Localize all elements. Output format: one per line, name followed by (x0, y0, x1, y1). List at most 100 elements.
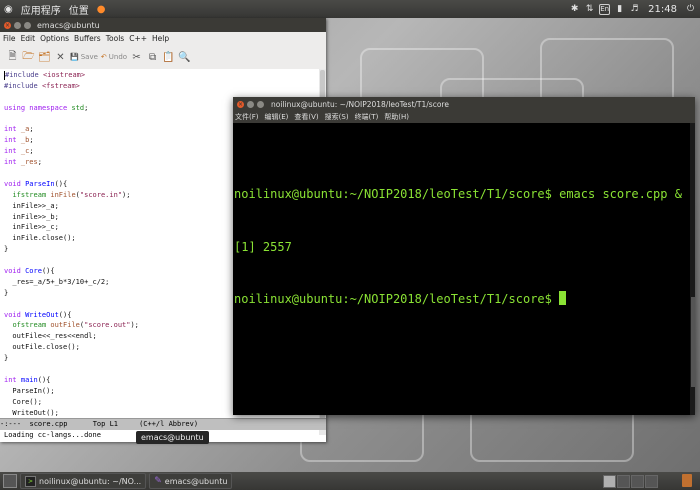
terminal-window[interactable]: × noilinux@ubuntu: ~/NOIP2018/leoTest/T1… (233, 97, 695, 415)
menu-file[interactable]: File (3, 34, 16, 43)
menu-edit[interactable]: Edit (21, 34, 36, 43)
code-line: inFile>>_b; (4, 212, 59, 221)
menu-tools[interactable]: Tools (106, 34, 124, 43)
code-line: inFile.close(); (4, 234, 76, 243)
terminal-output[interactable]: noilinux@ubuntu:~/NOIP2018/leoTest/T1/sc… (234, 151, 682, 344)
code-line: void WriteOut(){ (4, 310, 72, 319)
workspace-switcher[interactable] (603, 475, 658, 488)
open-file-icon[interactable]: 🗁 (22, 50, 35, 64)
emacs-titlebar[interactable]: × emacs@ubuntu (0, 18, 326, 32)
taskbar-tooltip: emacs@ubuntu (136, 431, 209, 444)
volume-icon[interactable]: ♬ (629, 4, 640, 15)
input-method-indicator[interactable]: En (599, 3, 611, 15)
code-line: WriteOut(); (4, 408, 59, 417)
menu-options[interactable]: Options (40, 34, 69, 43)
code-line: int _b; (4, 136, 34, 145)
terminal-cursor (559, 291, 567, 305)
copy-icon[interactable]: ⧉ (146, 50, 159, 64)
terminal-scroll-thumb[interactable] (691, 297, 695, 387)
taskbar-label: noilinux@ubuntu: ~/NO... (39, 476, 142, 486)
menu-view[interactable]: 查看(V) (294, 112, 318, 122)
workspace-1[interactable] (603, 475, 616, 488)
menu-cpp[interactable]: C++ (129, 34, 147, 43)
terminal-line: [1] 2557 (234, 239, 292, 254)
cut-icon[interactable]: ✂ (130, 50, 143, 64)
code-line: } (4, 245, 9, 254)
paste-icon[interactable]: 📋 (162, 50, 175, 64)
terminal-icon: > (25, 475, 36, 487)
emacs-icon: ✎ (154, 476, 162, 486)
source-code[interactable]: #include <iostream> #include <fstream> usi… (4, 70, 139, 419)
dired-icon[interactable]: 🗂 (38, 50, 51, 64)
power-icon[interactable]: ⏻ (685, 4, 696, 15)
clock[interactable]: 21:48 (644, 4, 681, 15)
undo-label: Undo (108, 53, 128, 61)
emacs-minibuffer[interactable]: Loading cc-langs...done (4, 431, 101, 439)
terminal-line: noilinux@ubuntu:~/NOIP2018/leoTest/T1/sc… (234, 187, 682, 201)
menu-file[interactable]: 文件(F) (235, 112, 259, 122)
emacs-toolbar: 🗎 🗁 🗂 ✕ 💾 Save ↶ Undo ✂ ⧉ 📋 🔍 (0, 45, 326, 70)
new-file-icon[interactable]: 🗎 (6, 50, 19, 64)
close-buffer-icon[interactable]: ✕ (54, 50, 67, 64)
workspace-3[interactable] (631, 475, 644, 488)
code-line: using namespace std; (4, 103, 89, 112)
code-line: inFile>>_a; (4, 201, 59, 210)
terminal-body[interactable]: noilinux@ubuntu:~/NOIP2018/leoTest/T1/sc… (233, 123, 695, 415)
menu-search[interactable]: 搜索(S) (325, 112, 349, 122)
menu-edit[interactable]: 编辑(E) (265, 112, 289, 122)
search-icon[interactable]: 🔍 (178, 50, 191, 64)
show-desktop-icon[interactable] (3, 474, 17, 488)
bottom-panel: > noilinux@ubuntu: ~/NO... ✎ emacs@ubunt… (0, 472, 700, 490)
code-line: inFile>>_c; (4, 223, 59, 232)
top-panel: ◉ 应用程序 位置 ● ✱ ⇅ En ▮ ♬ 21:48 ⏻ (0, 0, 700, 18)
taskbar-item-emacs[interactable]: ✎ emacs@ubuntu (149, 473, 233, 489)
save-button[interactable]: 💾 Save (70, 50, 98, 64)
emacs-title: emacs@ubuntu (37, 20, 100, 30)
code-line: _res=_a/5+_b*3/10+_c/2; (4, 277, 110, 286)
firefox-icon[interactable]: ● (93, 4, 110, 15)
minimize-icon[interactable] (247, 100, 254, 108)
maximize-icon[interactable] (257, 100, 264, 108)
terminal-titlebar[interactable]: × noilinux@ubuntu: ~/NOIP2018/leoTest/T1… (233, 97, 695, 111)
battery-icon[interactable]: ▮ (614, 4, 625, 15)
code-line: int _res; (4, 158, 42, 167)
ubuntu-logo-icon[interactable]: ◉ (0, 4, 17, 15)
taskbar-item-terminal[interactable]: > noilinux@ubuntu: ~/NO... (20, 473, 147, 489)
network-icon[interactable]: ⇅ (584, 4, 595, 15)
close-icon[interactable]: × (237, 100, 244, 108)
emacs-modeline: -:--- score.cpp Top L1 (C++/l Abbrev) (0, 418, 326, 430)
code-line: ofstream outFile("score.out"); (12, 321, 139, 330)
code-line: int _c; (4, 147, 34, 156)
emacs-menubar: File Edit Options Buffers Tools C++ Help (0, 32, 326, 45)
trash-icon[interactable] (682, 474, 692, 487)
menu-help[interactable]: Help (152, 34, 169, 43)
workspace-4[interactable] (645, 475, 658, 488)
minimize-icon[interactable] (14, 21, 21, 29)
code-line: #include <iostream> (4, 70, 86, 80)
code-line: } (4, 288, 9, 297)
close-icon[interactable]: × (4, 21, 11, 29)
terminal-title: noilinux@ubuntu: ~/NOIP2018/leoTest/T1/s… (271, 99, 449, 109)
code-line: Core(); (4, 397, 42, 406)
code-line: outFile<<_res<<endl; (4, 332, 97, 341)
maximize-icon[interactable] (24, 21, 31, 29)
bluetooth-icon[interactable]: ✱ (569, 4, 580, 15)
undo-button[interactable]: ↶ Undo (101, 50, 127, 64)
workspace-2[interactable] (617, 475, 630, 488)
code-line: ifstream inFile("score.in"); (12, 190, 131, 199)
undo-icon: ↶ (100, 53, 107, 61)
menu-help[interactable]: 帮助(H) (384, 112, 409, 122)
code-line: } (4, 354, 9, 363)
code-line: void Core(){ (4, 267, 55, 276)
code-line: int main(){ (4, 375, 51, 384)
menu-terminal[interactable]: 终端(T) (355, 112, 379, 122)
menu-buffers[interactable]: Buffers (74, 34, 101, 43)
applications-menu[interactable]: 应用程序 (17, 2, 65, 17)
places-menu[interactable]: 位置 (65, 2, 93, 17)
terminal-line-prompt: noilinux@ubuntu:~/NOIP2018/leoTest/T1/sc… (234, 291, 682, 309)
